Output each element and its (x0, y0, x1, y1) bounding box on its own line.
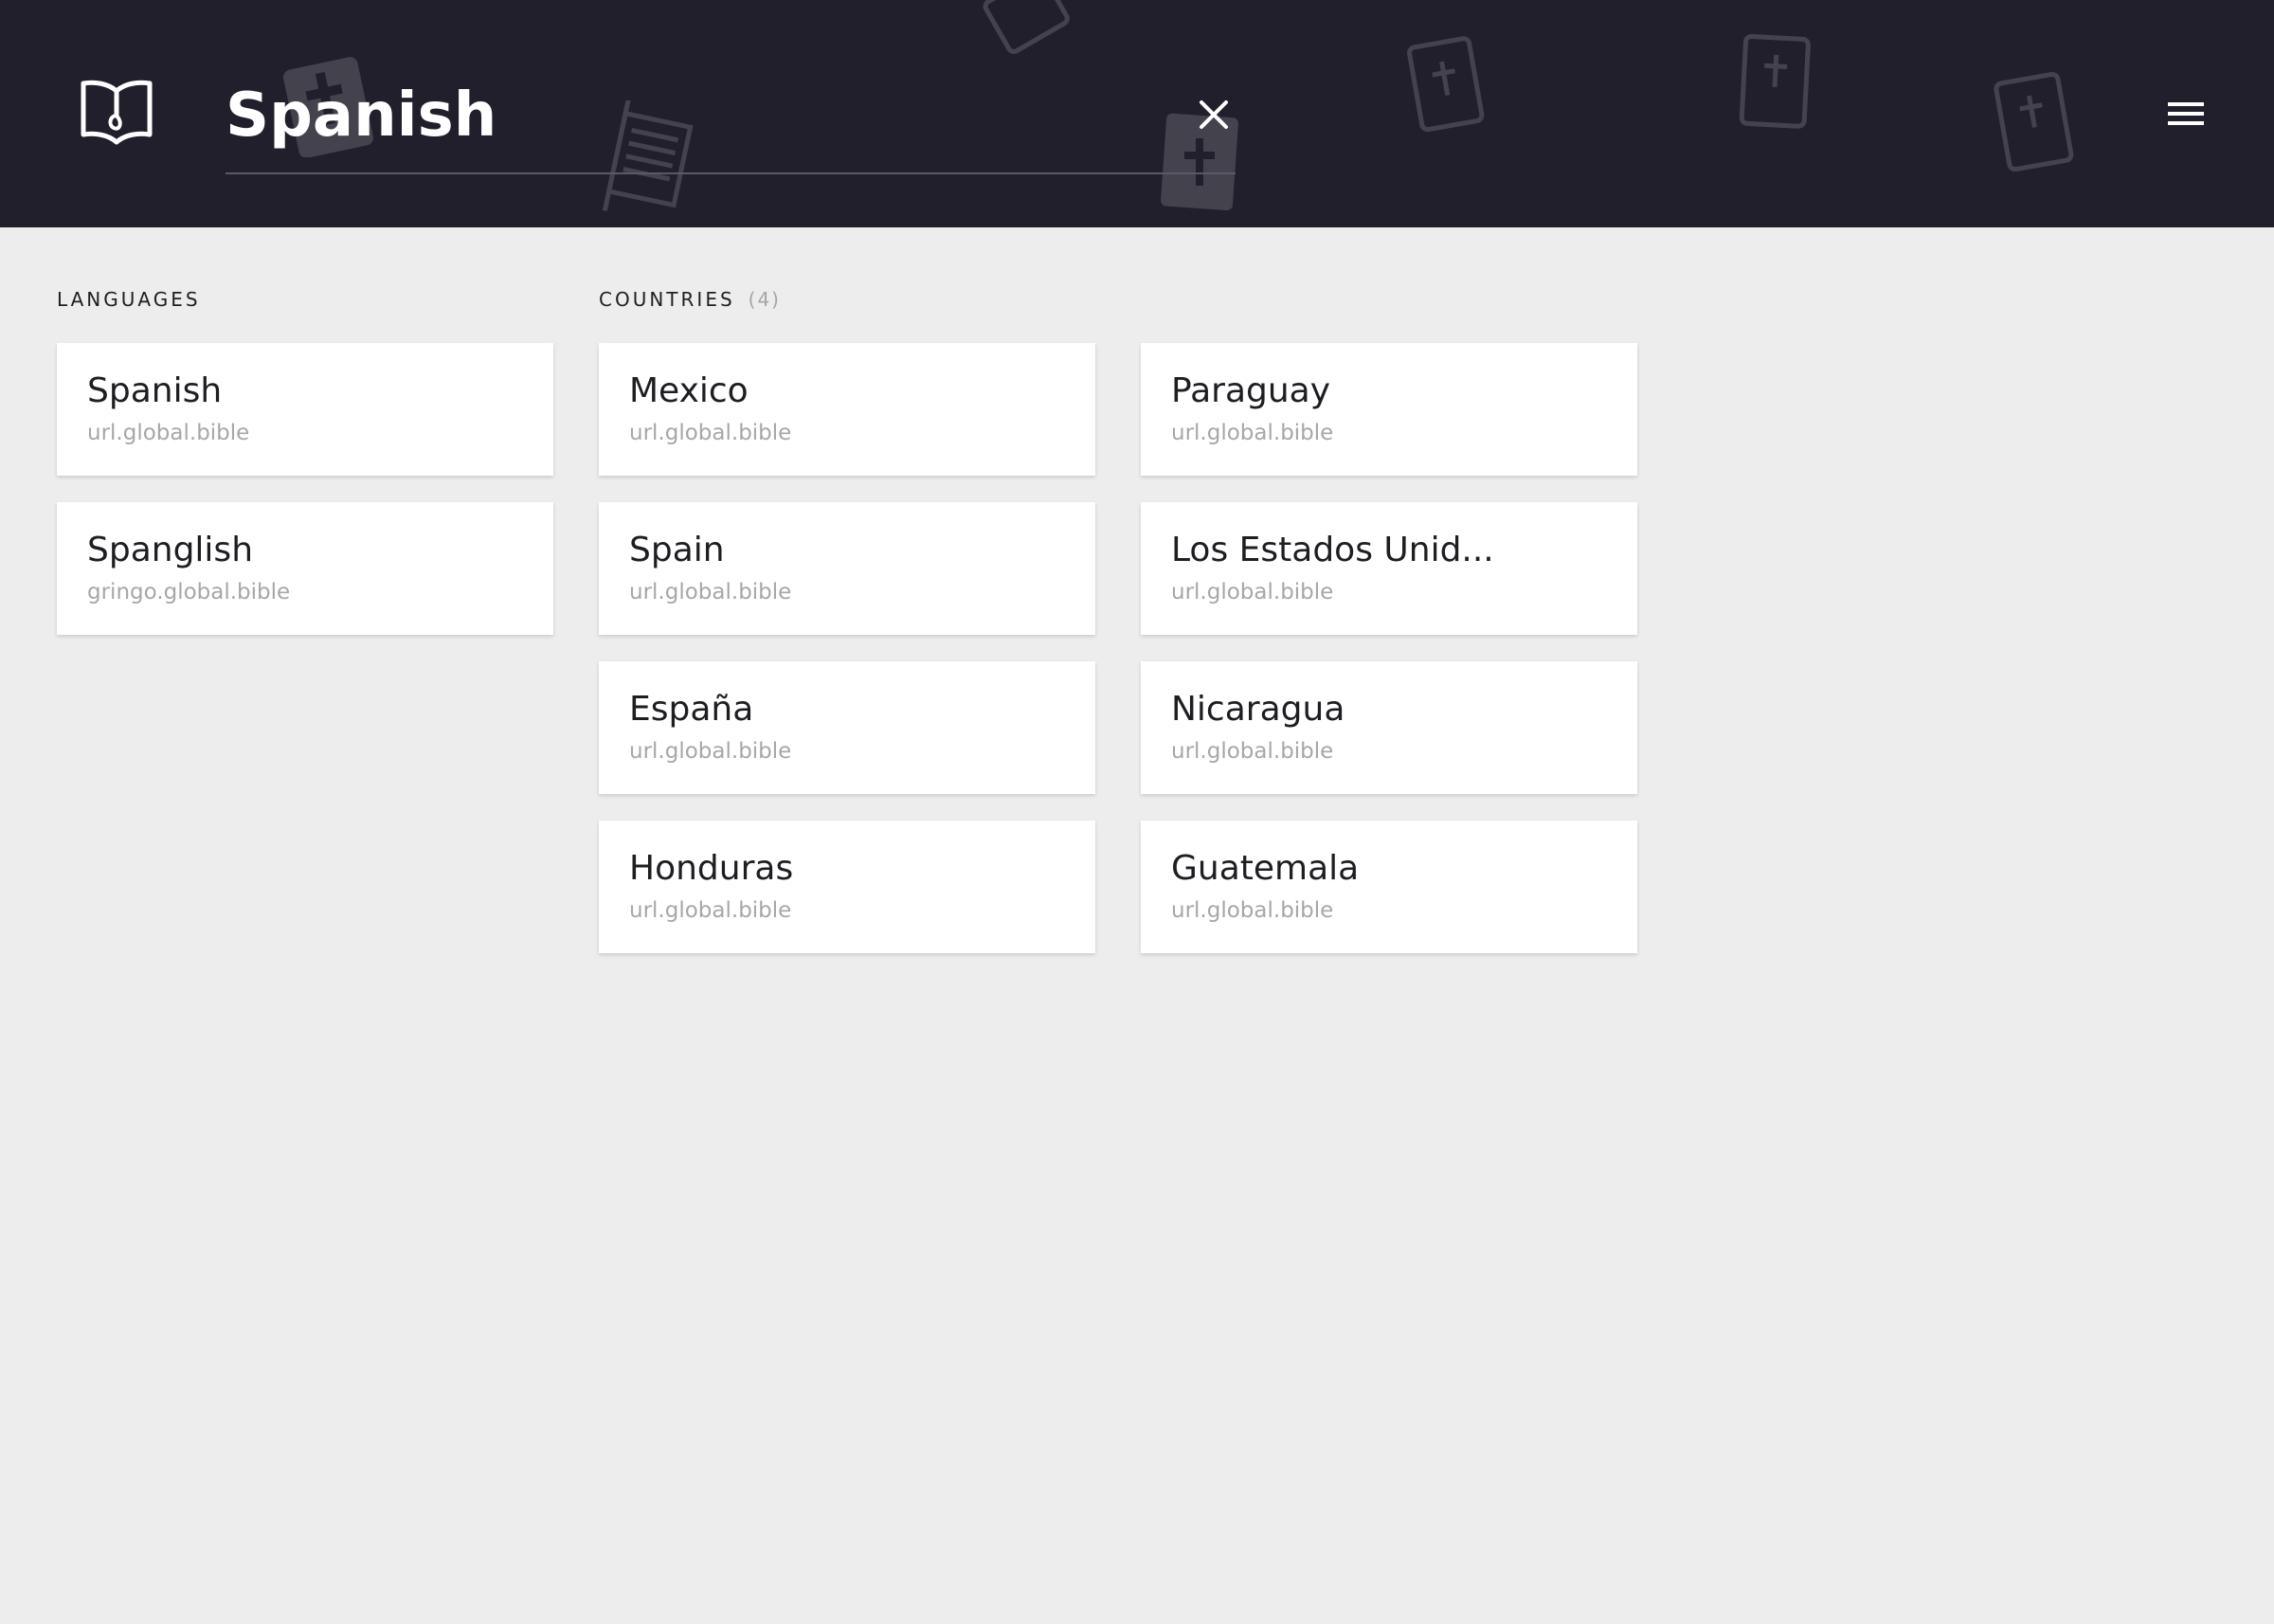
country-card-title: España (629, 690, 754, 729)
country-card-title: Guatemala (1171, 849, 1360, 888)
country-card-title: Los Estados Unid... (1171, 531, 1494, 569)
open-book-logo-icon[interactable] (80, 78, 153, 146)
close-icon[interactable] (1188, 91, 1237, 136)
country-card-title: Spain (629, 531, 725, 569)
app-header (0, 0, 2274, 227)
bible-doodle-icon (983, 0, 1070, 54)
country-card[interactable]: España url.global.bible (599, 661, 1095, 794)
country-card-url: url.global.bible (629, 739, 792, 764)
country-card[interactable]: Mexico url.global.bible (599, 343, 1095, 476)
country-card-title: Nicaragua (1171, 690, 1345, 729)
bible-doodle-icon (1739, 33, 1811, 129)
bible-doodle-icon (1994, 72, 2074, 172)
language-card-url: gringo.global.bible (87, 580, 291, 604)
country-card-title: Mexico (629, 371, 749, 410)
country-card[interactable]: Honduras url.global.bible (599, 821, 1095, 953)
languages-heading-label: LANGUAGES (57, 288, 201, 311)
language-card-title: Spanish (87, 371, 223, 410)
country-card-url: url.global.bible (1171, 898, 1334, 923)
search-bar (226, 66, 1236, 174)
country-card[interactable]: Spain url.global.bible (599, 502, 1095, 635)
language-card[interactable]: Spanglish gringo.global.bible (57, 502, 553, 635)
hamburger-menu-icon[interactable] (2160, 91, 2210, 136)
country-card[interactable]: Los Estados Unid... url.global.bible (1141, 502, 1637, 635)
languages-heading: LANGUAGES (57, 288, 201, 311)
bible-doodle-icon (1407, 36, 1485, 133)
country-card-url: url.global.bible (1171, 421, 1334, 445)
country-card-url: url.global.bible (629, 421, 792, 445)
language-card[interactable]: Spanish url.global.bible (57, 343, 553, 476)
countries-heading-label: COUNTRIES (599, 288, 735, 311)
country-card-url: url.global.bible (1171, 580, 1334, 604)
country-card[interactable]: Paraguay url.global.bible (1141, 343, 1637, 476)
country-card[interactable]: Guatemala url.global.bible (1141, 821, 1637, 953)
language-card-url: url.global.bible (87, 421, 250, 445)
country-card[interactable]: Nicaragua url.global.bible (1141, 661, 1637, 794)
country-card-url: url.global.bible (1171, 739, 1334, 764)
language-card-title: Spanglish (87, 531, 254, 569)
countries-count: (4) (748, 288, 781, 311)
country-card-title: Honduras (629, 849, 794, 888)
country-card-url: url.global.bible (629, 580, 792, 604)
country-card-title: Paraguay (1171, 371, 1331, 410)
countries-heading: COUNTRIES (4) (599, 288, 781, 311)
country-card-url: url.global.bible (629, 898, 792, 923)
search-input[interactable] (226, 66, 1154, 165)
